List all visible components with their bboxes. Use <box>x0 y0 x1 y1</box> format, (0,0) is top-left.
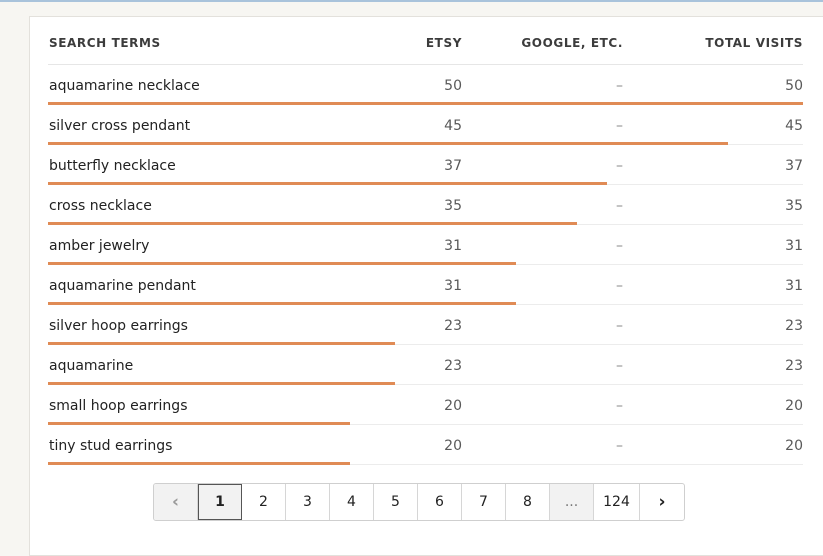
header-total-visits: TOTAL VISITS <box>705 36 803 50</box>
header-etsy: ETSY <box>425 36 462 50</box>
page-button-4[interactable]: 4 <box>330 484 374 520</box>
page-button-2[interactable]: 2 <box>242 484 286 520</box>
etsy-visits: 37 <box>444 158 462 174</box>
table-row: aquamarine 23 – 23 <box>48 345 803 385</box>
google-visits: – <box>616 118 623 134</box>
header-google: GOOGLE, ETC. <box>521 36 623 50</box>
page-button-last[interactable]: 124 <box>594 484 640 520</box>
google-visits: – <box>616 198 623 214</box>
search-term[interactable]: butterfly necklace <box>49 158 176 174</box>
search-term[interactable]: silver hoop earrings <box>49 318 188 334</box>
table-row: silver hoop earrings 23 – 23 <box>48 305 803 345</box>
header-search-terms: SEARCH TERMS <box>49 36 161 50</box>
etsy-visits: 50 <box>444 78 462 94</box>
total-visits: 35 <box>785 198 803 214</box>
etsy-visits: 35 <box>444 198 462 214</box>
page-button-8[interactable]: 8 <box>506 484 550 520</box>
table-body: aquamarine necklace 50 – 50 silver cross pen… <box>48 65 803 465</box>
search-term[interactable]: aquamarine necklace <box>49 78 200 94</box>
total-visits: 23 <box>785 358 803 374</box>
total-visits: 20 <box>785 438 803 454</box>
google-visits: – <box>616 78 623 94</box>
google-visits: – <box>616 238 623 254</box>
google-visits: – <box>616 358 623 374</box>
etsy-visits: 20 <box>444 438 462 454</box>
table-row: aquamarine necklace 50 – 50 <box>48 65 803 105</box>
chevron-right-icon: › <box>658 492 666 512</box>
google-visits: – <box>616 158 623 174</box>
table-row: silver cross pendant 45 – 45 <box>48 105 803 145</box>
table-header: SEARCH TERMS ETSY GOOGLE, ETC. TOTAL VIS… <box>48 17 803 65</box>
search-term[interactable]: tiny stud earrings <box>49 438 172 454</box>
table-row: cross necklace 35 – 35 <box>48 185 803 225</box>
search-term[interactable]: aquamarine pendant <box>49 278 196 294</box>
page-button-6[interactable]: 6 <box>418 484 462 520</box>
etsy-visits: 31 <box>444 278 462 294</box>
google-visits: – <box>616 438 623 454</box>
google-visits: – <box>616 278 623 294</box>
table-row: butterfly necklace 37 – 37 <box>48 145 803 185</box>
total-visits: 37 <box>785 158 803 174</box>
search-terms-panel: SEARCH TERMS ETSY GOOGLE, ETC. TOTAL VIS… <box>29 16 823 556</box>
search-term[interactable]: small hoop earrings <box>49 398 187 414</box>
etsy-visits: 31 <box>444 238 462 254</box>
search-terms-table: SEARCH TERMS ETSY GOOGLE, ETC. TOTAL VIS… <box>48 17 803 465</box>
search-term[interactable]: amber jewelry <box>49 238 149 254</box>
total-visits: 20 <box>785 398 803 414</box>
table-row: small hoop earrings 20 – 20 <box>48 385 803 425</box>
total-visits: 23 <box>785 318 803 334</box>
next-page-button[interactable]: › <box>640 484 684 520</box>
page-button-7[interactable]: 7 <box>462 484 506 520</box>
table-row: aquamarine pendant 31 – 31 <box>48 265 803 305</box>
table-row: amber jewelry 31 – 31 <box>48 225 803 265</box>
total-visits: 31 <box>785 278 803 294</box>
etsy-visits: 23 <box>444 318 462 334</box>
page-button-3[interactable]: 3 <box>286 484 330 520</box>
google-visits: – <box>616 398 623 414</box>
prev-page-button[interactable]: ‹ <box>154 484 198 520</box>
search-term[interactable]: silver cross pendant <box>49 118 190 134</box>
search-term[interactable]: cross necklace <box>49 198 152 214</box>
page-button-1[interactable]: 1 <box>198 484 242 520</box>
search-term[interactable]: aquamarine <box>49 358 133 374</box>
total-visits: 45 <box>785 118 803 134</box>
chevron-left-icon: ‹ <box>171 492 179 512</box>
etsy-visits: 45 <box>444 118 462 134</box>
total-visits: 50 <box>785 78 803 94</box>
table-row: tiny stud earrings 20 – 20 <box>48 425 803 465</box>
pagination-ellipsis: ... <box>550 484 594 520</box>
etsy-visits: 20 <box>444 398 462 414</box>
visits-bar <box>48 462 350 465</box>
pagination: ‹ 1 2 3 4 5 6 7 8... 124 › <box>153 483 685 521</box>
top-accent-border <box>0 0 823 2</box>
etsy-visits: 23 <box>444 358 462 374</box>
total-visits: 31 <box>785 238 803 254</box>
google-visits: – <box>616 318 623 334</box>
page-button-5[interactable]: 5 <box>374 484 418 520</box>
